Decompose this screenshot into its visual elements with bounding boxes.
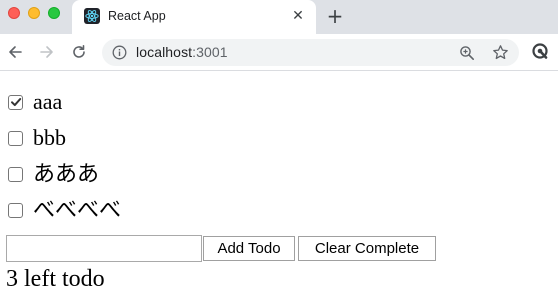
window-minimize-button[interactable] bbox=[28, 7, 40, 19]
info-icon[interactable] bbox=[112, 45, 127, 60]
todo-item: aaa bbox=[8, 89, 62, 115]
reload-icon[interactable] bbox=[69, 42, 89, 62]
url-text: localhost:3001 bbox=[136, 44, 228, 60]
page-content: aaa bbb あああ べべべべ Add Todo Clear Complete… bbox=[0, 72, 558, 308]
clear-complete-button[interactable]: Clear Complete bbox=[298, 236, 436, 261]
todo-checkbox[interactable] bbox=[8, 166, 23, 182]
new-todo-input[interactable] bbox=[6, 235, 202, 262]
todo-text: べべべべ bbox=[33, 197, 122, 222]
arrow-right-icon[interactable] bbox=[37, 42, 57, 62]
todo-checkbox[interactable] bbox=[8, 130, 23, 146]
tab-strip: React App ✕ + bbox=[0, 0, 558, 34]
todo-text: bbb bbox=[33, 125, 66, 150]
window-close-button[interactable] bbox=[8, 7, 20, 19]
tab-react-app[interactable]: React App ✕ bbox=[72, 0, 316, 34]
tab-title: React App bbox=[108, 9, 166, 23]
address-bar[interactable]: localhost:3001 bbox=[102, 39, 519, 66]
star-icon[interactable] bbox=[492, 44, 509, 61]
todo-checkbox[interactable] bbox=[8, 202, 23, 218]
browser-toolbar: localhost:3001 bbox=[0, 34, 558, 71]
arrow-left-icon[interactable] bbox=[5, 42, 25, 62]
extension-icon[interactable] bbox=[531, 42, 551, 62]
new-tab-button[interactable]: + bbox=[326, 4, 344, 28]
todo-checkbox[interactable] bbox=[8, 94, 23, 110]
todo-text: aaa bbox=[33, 89, 63, 114]
add-todo-button[interactable]: Add Todo bbox=[203, 236, 295, 261]
react-logo-icon bbox=[84, 8, 100, 24]
todo-item: べべべべ bbox=[8, 197, 121, 223]
url-host: localhost bbox=[136, 44, 193, 60]
todo-item: あああ bbox=[8, 161, 99, 187]
close-tab-icon[interactable]: ✕ bbox=[290, 8, 306, 24]
todo-item: bbb bbox=[8, 125, 66, 151]
url-port: :3001 bbox=[192, 44, 228, 60]
zoom-icon[interactable] bbox=[459, 45, 475, 61]
todo-text: あああ bbox=[33, 161, 100, 186]
window-maximize-button[interactable] bbox=[48, 7, 60, 19]
remaining-count: 3 left todo bbox=[6, 266, 105, 292]
